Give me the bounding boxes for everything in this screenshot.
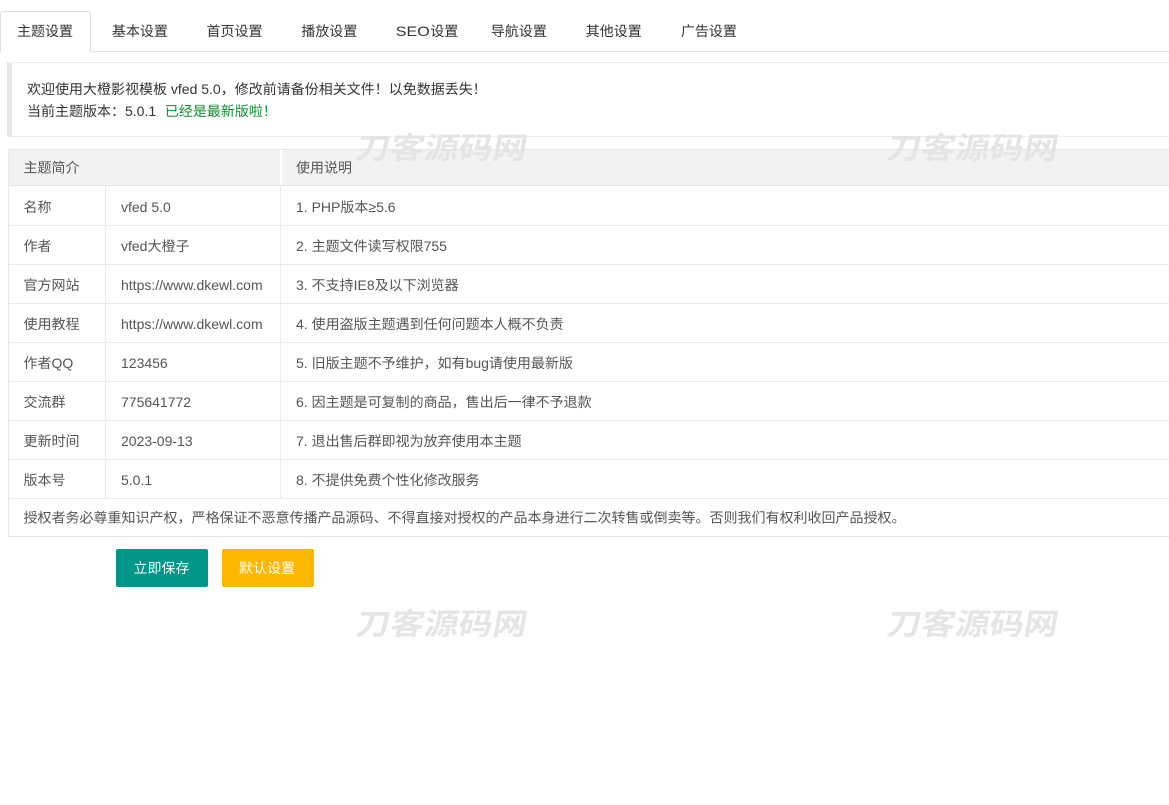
svg-text:775641772: 775641772 [121, 394, 191, 410]
svg-text:vfed: vfed [121, 238, 147, 254]
svg-text:≥5.6: ≥5.6 [368, 199, 395, 215]
svg-text:vfed 5.0: vfed 5.0 [121, 199, 171, 215]
svg-text:IE8: IE8 [354, 277, 375, 293]
svg-text:5.0.1: 5.0.1 [121, 472, 152, 488]
svg-text:https://www.dkewl.com: https://www.dkewl.com [121, 316, 263, 332]
svg-text:7.: 7. [296, 433, 308, 449]
svg-text:QQ: QQ [52, 355, 74, 371]
svg-text:2023-09-13: 2023-09-13 [121, 433, 193, 449]
svg-text:123456: 123456 [121, 355, 168, 371]
svg-text:3.: 3. [296, 277, 308, 293]
svg-text:2.: 2. [296, 238, 308, 254]
svg-text:6.: 6. [296, 394, 308, 410]
svg-text:5.: 5. [296, 355, 308, 371]
svg-text:8.: 8. [296, 472, 308, 488]
svg-text:4.: 4. [296, 316, 308, 332]
svg-text:1. PHP: 1. PHP [296, 199, 340, 215]
svg-text:SEO: SEO [396, 23, 430, 39]
svg-text:bug: bug [466, 355, 489, 371]
svg-text:755: 755 [424, 238, 448, 254]
svg-text:https://www.dkewl.com: https://www.dkewl.com [121, 277, 263, 293]
